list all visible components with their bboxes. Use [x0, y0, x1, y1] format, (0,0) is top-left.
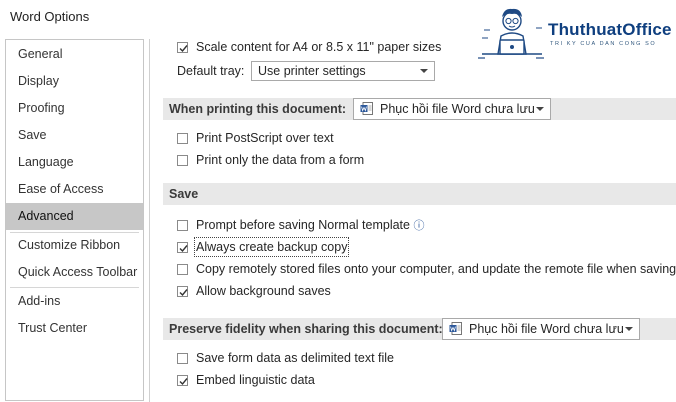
copy-remote-files-checkbox[interactable]: [177, 264, 188, 275]
fidelity-header-label: Preserve fidelity when sharing this docu…: [169, 322, 443, 336]
checkmark-icon: [179, 45, 188, 53]
chevron-down-icon: [536, 107, 544, 111]
default-tray-select[interactable]: Use printer settings: [251, 61, 435, 81]
printing-doc-header-label: When printing this document:: [169, 102, 347, 116]
background-saves-label: Allow background saves: [196, 284, 331, 298]
print-form-data-checkbox[interactable]: [177, 155, 188, 166]
default-tray-value: Use printer settings: [258, 64, 366, 78]
checkmark-icon: [179, 378, 188, 386]
save-header-label: Save: [169, 187, 199, 201]
checkmark-icon: [179, 245, 188, 253]
printing-doc-select[interactable]: Phục hồi file Word chưa lưu: [353, 98, 551, 120]
options-sidebar: General Display Proofing Save Language E…: [5, 39, 144, 401]
chevron-down-icon: [420, 69, 428, 73]
sidebar-item-language[interactable]: Language: [6, 149, 143, 176]
scale-content-checkbox[interactable]: [177, 42, 188, 53]
sidebar-item-quick-access-toolbar[interactable]: Quick Access Toolbar: [6, 259, 143, 286]
embed-linguistic-checkbox[interactable]: [177, 375, 188, 386]
fidelity-doc-select[interactable]: Phục hồi file Word chưa lưu: [442, 318, 640, 340]
always-backup-label: Always create backup copy: [193, 237, 350, 257]
info-icon[interactable]: ⓘ: [413, 220, 424, 232]
window-title: Word Options: [10, 9, 90, 24]
copy-remote-files-label: Copy remotely stored files onto your com…: [196, 262, 676, 276]
sidebar-item-general[interactable]: General: [6, 41, 143, 68]
print-form-data-label: Print only the data from a form: [196, 153, 365, 167]
prompt-normal-template-label: Prompt before saving Normal template ⓘ: [196, 218, 425, 232]
sidebar-item-save[interactable]: Save: [6, 122, 143, 149]
background-saves-checkbox[interactable]: [177, 286, 188, 297]
sidebar-item-display[interactable]: Display: [6, 68, 143, 95]
checkmark-icon: [179, 289, 188, 297]
sidebar-item-proofing[interactable]: Proofing: [6, 95, 143, 122]
fidelity-doc-select-value: Phục hồi file Word chưa lưu: [469, 322, 624, 336]
save-form-data-label: Save form data as delimited text file: [196, 351, 395, 365]
sidebar-item-customize-ribbon[interactable]: Customize Ribbon: [6, 232, 143, 259]
word-document-icon: [449, 322, 462, 335]
printing-doc-select-value: Phục hồi file Word chưa lưu: [380, 102, 535, 116]
sidebar-item-trust-center[interactable]: Trust Center: [6, 315, 143, 342]
chevron-down-icon: [625, 327, 633, 331]
prompt-normal-template-checkbox[interactable]: [177, 220, 188, 231]
embed-linguistic-label: Embed linguistic data: [196, 373, 315, 387]
sidebar-item-ease-of-access[interactable]: Ease of Access: [6, 176, 143, 203]
print-postscript-label: Print PostScript over text: [196, 131, 334, 145]
default-tray-label: Default tray:: [177, 64, 245, 78]
word-document-icon: [360, 102, 373, 115]
save-section-header: Save: [163, 183, 676, 205]
scale-content-label: Scale content for A4 or 8.5 x 11" paper …: [196, 40, 442, 54]
print-postscript-checkbox[interactable]: [177, 133, 188, 144]
sidebar-item-advanced[interactable]: Advanced: [6, 203, 143, 230]
save-form-data-checkbox[interactable]: [177, 353, 188, 364]
always-backup-checkbox[interactable]: [177, 242, 188, 253]
sidebar-item-add-ins[interactable]: Add-ins: [6, 288, 143, 315]
logo-brand: ThuthuatOffice: [548, 20, 672, 39]
